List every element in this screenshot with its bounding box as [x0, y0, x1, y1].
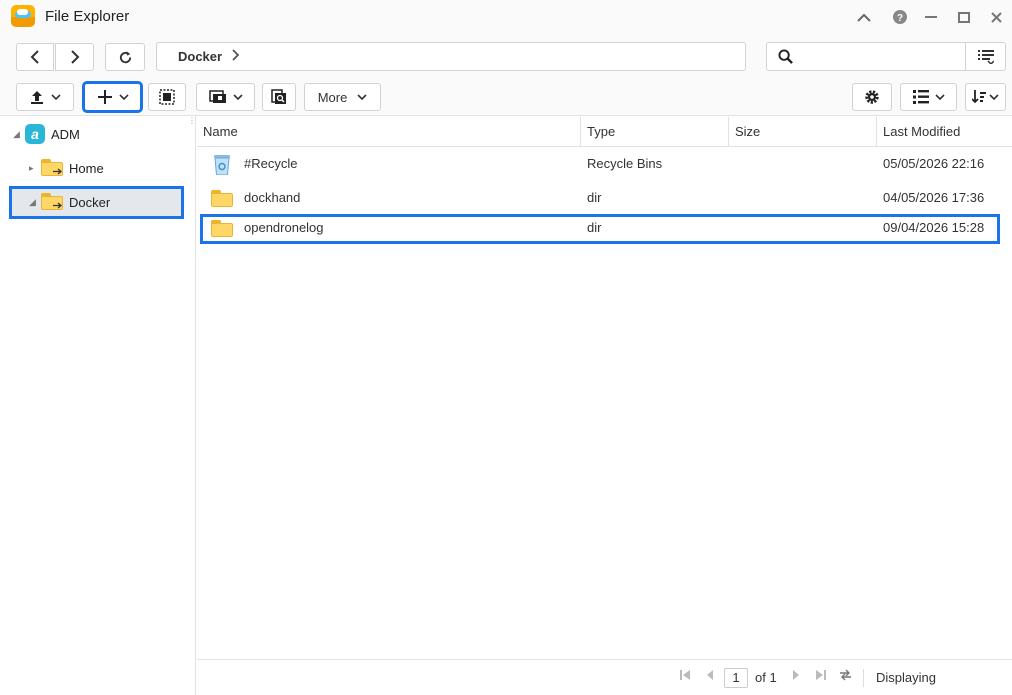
tree-item-label: Docker — [69, 194, 111, 210]
resize-grip-icon[interactable]: ⋮ — [188, 117, 196, 125]
svg-text:?: ? — [897, 13, 903, 24]
help-icon[interactable]: ? — [889, 6, 911, 28]
tree-item-docker[interactable]: ◢ Docker — [29, 190, 110, 214]
preview-button[interactable] — [262, 83, 296, 111]
window-title: File Explorer — [45, 8, 130, 25]
file-type: Recycle Bins — [587, 156, 663, 171]
connect-button[interactable] — [196, 83, 255, 111]
more-button[interactable]: More — [304, 83, 381, 111]
adm-icon: a — [25, 124, 45, 144]
search-box — [766, 42, 1006, 71]
page-count: of 1 — [755, 670, 777, 685]
action-toolbar: More — [0, 80, 1012, 116]
breadcrumb-docker[interactable]: Docker — [178, 49, 222, 64]
file-name: opendronelog — [244, 220, 324, 235]
settings-button[interactable] — [852, 83, 892, 111]
table-row[interactable]: dockhand dir 04/05/2026 17:36 — [197, 183, 1012, 213]
column-header-type[interactable]: Type — [581, 117, 729, 147]
page-number-input[interactable]: 1 — [724, 668, 748, 688]
file-type: dir — [587, 220, 602, 235]
chevron-down-icon — [934, 92, 945, 102]
tree-item-home[interactable]: ▸ Home — [29, 156, 104, 180]
address-bar[interactable]: Docker — [156, 42, 746, 71]
search-options-icon — [977, 49, 994, 64]
folder-icon — [211, 190, 233, 207]
maximize-icon[interactable] — [953, 6, 975, 28]
view-mode-button[interactable] — [900, 83, 957, 111]
sort-button[interactable] — [965, 83, 1006, 111]
list-header: Name Type Size Last Modified — [197, 117, 1012, 147]
next-page-icon[interactable] — [792, 669, 800, 684]
select-all-icon — [159, 89, 175, 105]
preview-icon — [271, 89, 286, 104]
chevron-right-icon — [70, 50, 79, 64]
list-view-icon — [912, 90, 929, 104]
file-modified: 09/04/2026 15:28 — [883, 220, 985, 235]
chevron-down-icon — [357, 92, 367, 102]
refresh-button[interactable] — [105, 43, 145, 71]
first-page-icon[interactable] — [680, 669, 691, 684]
tree-item-adm[interactable]: ◢ a ADM — [13, 122, 80, 146]
collapse-triangle-icon[interactable]: ▸ — [29, 163, 39, 174]
create-new-button[interactable] — [82, 81, 143, 113]
title-bar: File Explorer ? — [0, 0, 1012, 34]
shared-folder-icon — [41, 193, 65, 211]
file-modified: 04/05/2026 17:36 — [883, 190, 985, 205]
navigation-bar: Docker — [0, 34, 1012, 80]
plus-icon — [97, 90, 112, 104]
tree-item-label: ADM — [51, 126, 80, 142]
select-all-button[interactable] — [148, 83, 186, 111]
refresh-list-icon[interactable] — [839, 669, 852, 684]
more-label: More — [317, 89, 348, 105]
refresh-icon — [119, 50, 131, 63]
sort-icon — [972, 90, 986, 104]
breadcrumb-chevron-icon — [231, 49, 240, 64]
file-name: dockhand — [244, 190, 301, 205]
collapse-icon[interactable] — [853, 6, 875, 28]
expand-triangle-icon[interactable]: ◢ — [13, 129, 23, 140]
column-header-size[interactable]: Size — [729, 117, 877, 147]
file-modified: 05/05/2026 22:16 — [883, 156, 985, 171]
folder-tree: ◢ a ADM ▸ Home ◢ Docker ⋮ — [0, 116, 196, 695]
table-row[interactable]: #Recycle Recycle Bins 05/05/2026 22:16 — [197, 149, 1012, 179]
tree-item-label: Home — [69, 160, 104, 176]
column-header-last-modified[interactable]: Last Modified — [877, 117, 1012, 147]
search-options-button[interactable] — [965, 43, 1005, 70]
file-name: #Recycle — [244, 156, 298, 171]
svg-text:a: a — [31, 126, 39, 142]
last-page-icon[interactable] — [815, 669, 826, 684]
back-button[interactable] — [16, 43, 54, 71]
file-explorer-app-icon — [11, 5, 35, 27]
upload-icon — [31, 91, 43, 104]
recycle-bin-icon — [214, 155, 230, 175]
table-row[interactable]: opendronelog dir 09/04/2026 15:28 — [197, 213, 1012, 243]
folder-icon — [211, 220, 233, 237]
chevron-down-icon — [118, 92, 129, 102]
display-status: Displaying — [876, 670, 936, 685]
separator — [863, 669, 864, 687]
search-input[interactable] — [799, 47, 959, 67]
search-icon — [778, 49, 793, 64]
previous-page-icon[interactable] — [706, 669, 714, 684]
file-type: dir — [587, 190, 602, 205]
network-folder-icon — [208, 90, 226, 103]
upload-button[interactable] — [16, 83, 74, 111]
gear-icon — [865, 90, 879, 104]
chevron-down-icon — [232, 92, 243, 102]
pagination-bar: 1 of 1 Displaying — [197, 659, 1012, 695]
chevron-down-icon — [51, 92, 61, 102]
chevron-left-icon — [30, 50, 39, 64]
expand-triangle-icon[interactable]: ◢ — [29, 197, 39, 208]
chevron-down-icon — [989, 92, 999, 102]
minimize-icon[interactable] — [920, 6, 942, 28]
forward-button[interactable] — [55, 43, 94, 71]
column-header-name[interactable]: Name — [197, 117, 581, 147]
close-icon[interactable] — [985, 6, 1007, 28]
shared-folder-icon — [41, 159, 65, 177]
file-list: Name Type Size Last Modified #Recycle Re… — [197, 116, 1012, 659]
